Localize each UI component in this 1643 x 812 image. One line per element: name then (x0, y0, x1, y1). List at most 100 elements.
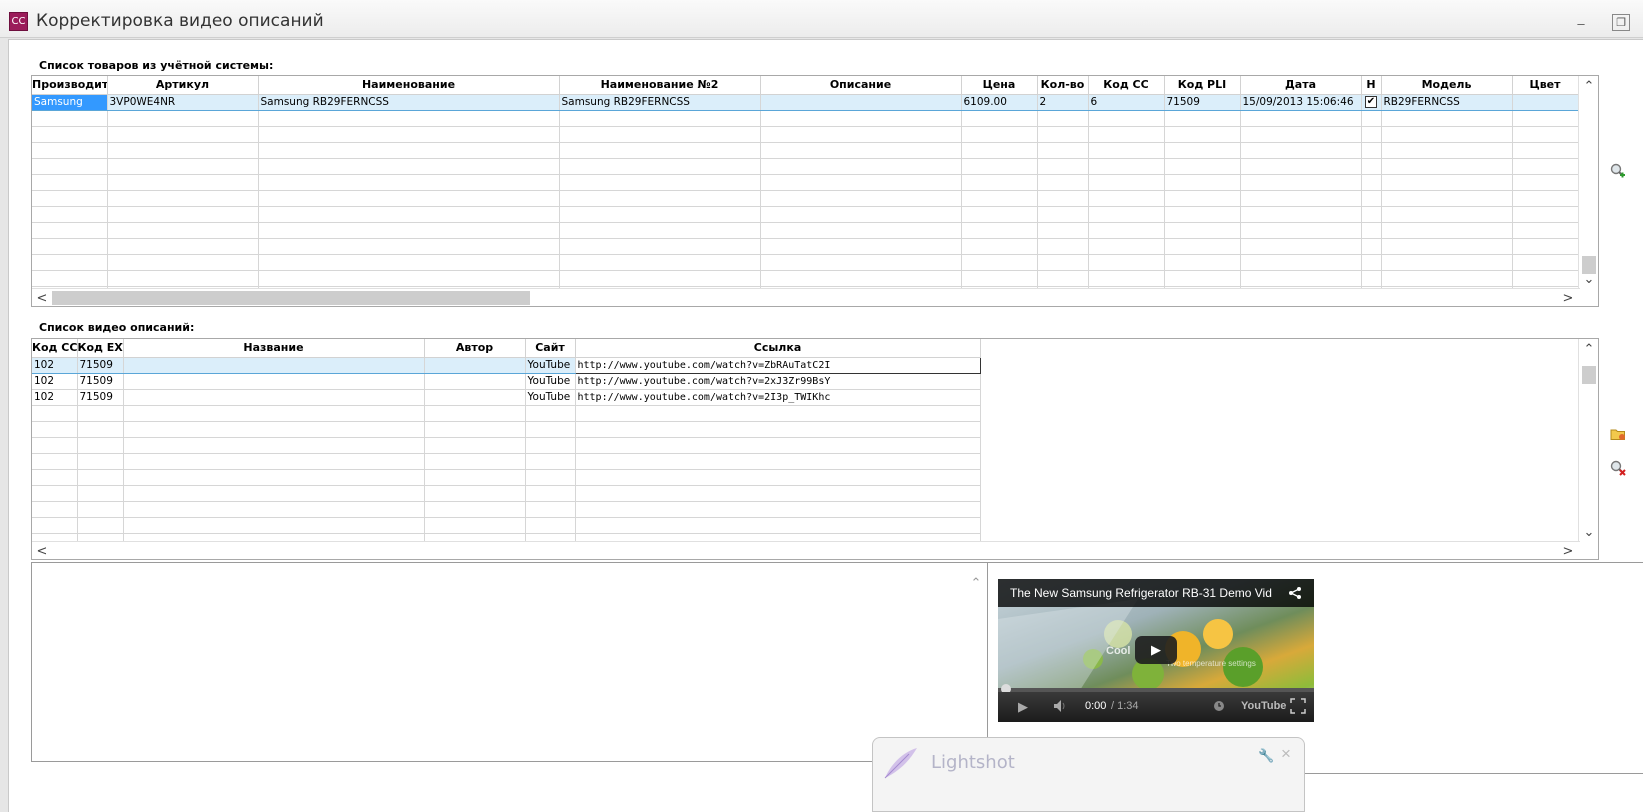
table-cell[interactable] (32, 142, 108, 159)
table-cell[interactable] (1037, 238, 1089, 255)
products-column-header[interactable]: Дата (1240, 76, 1362, 95)
products-column-header[interactable]: Модель (1381, 76, 1513, 95)
table-cell[interactable] (32, 421, 78, 438)
fullscreen-icon[interactable] (1290, 698, 1306, 717)
table-cell[interactable] (1037, 158, 1089, 175)
videos-column-header[interactable]: Сайт (525, 339, 576, 358)
table-cell[interactable] (123, 389, 425, 406)
table-cell[interactable] (1512, 142, 1579, 159)
table-cell[interactable] (1088, 126, 1165, 143)
table-cell[interactable] (123, 437, 425, 454)
products-column-header[interactable]: Код CC (1088, 76, 1165, 95)
table-row[interactable] (32, 110, 1579, 127)
table-cell[interactable] (1164, 222, 1241, 239)
table-row[interactable] (32, 405, 981, 422)
lightshot-close-icon[interactable]: × (1281, 744, 1291, 764)
table-cell[interactable] (424, 437, 526, 454)
table-cell[interactable] (1381, 142, 1513, 159)
table-cell[interactable] (107, 206, 259, 223)
table-cell[interactable] (1381, 174, 1513, 191)
table-cell[interactable] (760, 190, 962, 207)
table-cell[interactable] (559, 238, 761, 255)
table-cell[interactable] (760, 270, 962, 287)
play-icon[interactable]: ▶ (1018, 699, 1028, 715)
products-column-header[interactable]: Наименование (258, 76, 560, 95)
table-cell[interactable] (1361, 158, 1382, 175)
table-cell[interactable] (107, 238, 259, 255)
table-cell[interactable] (1512, 222, 1579, 239)
table-cell[interactable] (575, 469, 981, 486)
table-row[interactable] (32, 238, 1579, 255)
table-cell[interactable] (525, 437, 576, 454)
table-cell[interactable] (258, 238, 560, 255)
table-cell[interactable] (1361, 142, 1382, 159)
table-row[interactable] (32, 437, 981, 454)
wrench-icon[interactable]: 🔧 (1258, 748, 1274, 764)
scroll-up-icon[interactable]: ⌃ (968, 575, 984, 591)
videos-horizontal-scrollbar[interactable]: < > (32, 541, 1580, 559)
table-cell[interactable] (1512, 238, 1579, 255)
table-cell[interactable] (760, 126, 962, 143)
table-cell[interactable] (1512, 206, 1579, 223)
table-cell[interactable] (1164, 206, 1241, 223)
table-cell[interactable] (32, 270, 108, 287)
table-cell[interactable] (32, 190, 108, 207)
table-cell[interactable] (107, 222, 259, 239)
table-row[interactable]: 102 71509 YouTube http://www.youtube.com/wa… (32, 356, 981, 374)
table-row[interactable] (32, 254, 1579, 271)
table-cell[interactable] (559, 270, 761, 287)
table-cell[interactable] (1240, 270, 1362, 287)
products-vertical-scrollbar[interactable]: ⌃ ⌄ (1578, 76, 1598, 289)
table-cell[interactable]: 6 (1088, 93, 1165, 111)
table-cell[interactable] (32, 501, 78, 518)
table-cell[interactable] (760, 238, 962, 255)
table-cell[interactable] (424, 373, 526, 390)
table-cell[interactable] (107, 174, 259, 191)
table-cell[interactable] (1512, 174, 1579, 191)
table-cell[interactable] (1088, 174, 1165, 191)
youtube-player[interactable]: The New Samsung Refrigerator RB-31 Demo … (998, 579, 1314, 722)
videos-column-header[interactable]: Код EXT (77, 339, 124, 358)
products-horizontal-scrollbar[interactable]: < > (32, 288, 1580, 306)
table-cell[interactable] (1088, 222, 1165, 239)
table-cell[interactable] (575, 453, 981, 470)
scroll-right-icon[interactable]: > (1560, 290, 1576, 306)
checkbox[interactable]: ✔ (1365, 95, 1377, 108)
table-cell[interactable] (1512, 126, 1579, 143)
table-cell[interactable]: 6109.00 (961, 93, 1038, 111)
table-cell[interactable] (1164, 142, 1241, 159)
table-cell[interactable] (1088, 238, 1165, 255)
table-cell[interactable] (107, 110, 259, 127)
table-cell[interactable] (1381, 110, 1513, 127)
table-cell[interactable] (760, 206, 962, 223)
table-cell[interactable] (77, 469, 124, 486)
table-cell[interactable] (961, 254, 1038, 271)
table-row[interactable] (32, 206, 1579, 223)
videos-column-header[interactable]: Код CC (32, 339, 78, 358)
table-cell[interactable] (424, 389, 526, 406)
table-row[interactable] (32, 501, 981, 518)
table-cell[interactable] (1361, 206, 1382, 223)
youtube-logo[interactable]: YouTube (1241, 700, 1286, 712)
table-cell[interactable] (760, 110, 962, 127)
table-cell[interactable] (1381, 270, 1513, 287)
table-cell[interactable]: YouTube (525, 373, 576, 390)
table-cell[interactable] (1512, 270, 1579, 287)
table-cell[interactable] (123, 373, 425, 390)
watch-later-icon[interactable] (1213, 700, 1225, 715)
table-cell[interactable] (525, 501, 576, 518)
videos-column-header[interactable]: Название (123, 339, 425, 358)
table-row[interactable] (32, 190, 1579, 207)
table-cell[interactable] (32, 110, 108, 127)
table-cell[interactable]: http://www.youtube.com/watch?v=ZbRAuTatC… (574, 356, 981, 374)
table-cell[interactable] (575, 485, 981, 502)
table-cell[interactable] (961, 110, 1038, 127)
table-cell[interactable] (77, 453, 124, 470)
table-row[interactable] (32, 421, 981, 438)
table-cell[interactable] (559, 158, 761, 175)
table-cell[interactable] (1037, 110, 1089, 127)
table-row[interactable] (32, 174, 1579, 191)
table-cell[interactable] (77, 517, 124, 534)
share-icon[interactable] (1288, 586, 1302, 603)
scroll-thumb[interactable] (52, 291, 530, 305)
